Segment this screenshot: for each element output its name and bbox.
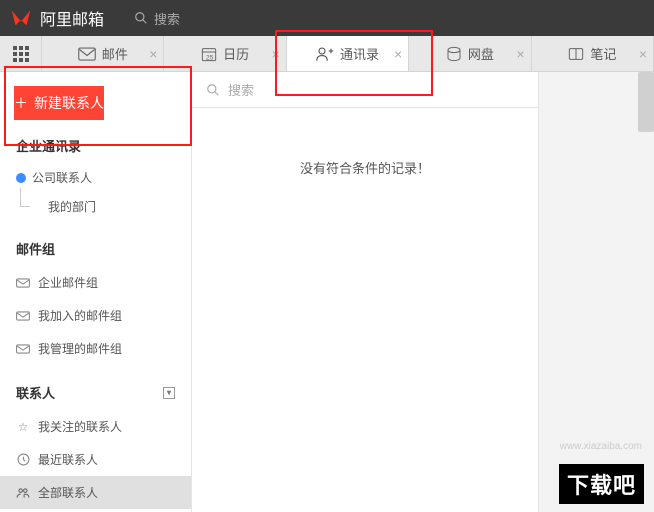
tree-item-label: 公司联系人 xyxy=(32,169,92,186)
content-area: ＋ 新建联系人 企业通讯录 公司联系人 我的部门 邮件组 企业邮件组 我加入的邮… xyxy=(0,72,654,512)
calendar-icon: 25 xyxy=(201,46,217,62)
list-item-label: 企业邮件组 xyxy=(38,274,98,291)
tree-item-label: 我的部门 xyxy=(48,198,96,215)
list-item-all-contacts[interactable]: 全部联系人 xyxy=(0,476,191,509)
tab-bar: 邮件 × 25 日历 × 通讯录 × 网盘 × 笔记 × xyxy=(0,36,654,72)
plus-icon: ＋ xyxy=(14,93,28,113)
contacts-search[interactable]: 搜索 xyxy=(192,72,538,108)
mail-group-icon xyxy=(16,310,30,322)
section-contacts-header[interactable]: 联系人 ▾ xyxy=(0,383,191,410)
contacts-icon xyxy=(316,46,334,62)
close-icon[interactable]: × xyxy=(149,46,157,62)
tab-mail[interactable]: 邮件 × xyxy=(42,36,164,71)
mail-group-icon xyxy=(16,343,30,355)
search-icon xyxy=(206,83,220,97)
note-icon xyxy=(568,47,584,61)
app-logo-icon xyxy=(10,7,32,29)
scrollbar[interactable] xyxy=(638,72,654,132)
global-search[interactable]: 搜索 xyxy=(134,9,180,28)
list-item-company-group[interactable]: 企业邮件组 xyxy=(0,266,191,299)
list-item-starred[interactable]: ☆ 我关注的联系人 xyxy=(0,410,191,443)
tab-label: 邮件 xyxy=(102,44,128,63)
tab-label: 网盘 xyxy=(468,44,494,63)
sidebar: ＋ 新建联系人 企业通讯录 公司联系人 我的部门 邮件组 企业邮件组 我加入的邮… xyxy=(0,72,192,512)
list-item-label: 最近联系人 xyxy=(38,451,98,468)
list-item-managed-group[interactable]: 我管理的邮件组 xyxy=(0,332,191,365)
mail-group-icon xyxy=(16,277,30,289)
clock-icon xyxy=(16,453,30,466)
tab-label: 笔记 xyxy=(590,44,616,63)
empty-message: 没有符合条件的记录！ xyxy=(192,108,538,177)
apps-grid-icon xyxy=(13,46,29,62)
tab-calendar[interactable]: 25 日历 × xyxy=(164,36,286,71)
tree-item-my-dept[interactable]: 我的部门 xyxy=(0,192,191,221)
tree-dot-icon xyxy=(16,173,26,183)
tree-line-icon xyxy=(20,188,30,207)
close-icon[interactable]: × xyxy=(516,46,524,62)
close-icon[interactable]: × xyxy=(394,46,402,62)
watermark-text: www.xiazaiba.com xyxy=(560,441,642,452)
tab-disk[interactable]: 网盘 × xyxy=(409,36,531,71)
star-icon: ☆ xyxy=(16,420,30,434)
new-contact-label: 新建联系人 xyxy=(34,93,104,113)
contacts-search-placeholder: 搜索 xyxy=(228,80,254,99)
tab-label: 通讯录 xyxy=(340,44,379,63)
svg-text:25: 25 xyxy=(206,54,214,61)
apps-grid-button[interactable] xyxy=(0,36,42,71)
contacts-list-column: 搜索 没有符合条件的记录！ xyxy=(192,72,539,512)
list-item-label: 全部联系人 xyxy=(38,484,98,501)
tab-label: 日历 xyxy=(223,44,249,63)
list-item-joined-group[interactable]: 我加入的邮件组 xyxy=(0,299,191,332)
disk-icon xyxy=(446,46,462,62)
list-item-recent[interactable]: 最近联系人 xyxy=(0,443,191,476)
close-icon[interactable]: × xyxy=(272,46,280,62)
section-mailgroup-title: 邮件组 xyxy=(0,239,191,266)
tab-note[interactable]: 笔记 × xyxy=(532,36,654,71)
tab-contacts[interactable]: 通讯录 × xyxy=(287,36,409,71)
app-title: 阿里邮箱 xyxy=(40,6,104,30)
download-badge: 下载吧 xyxy=(559,464,644,504)
list-item-label: 我管理的邮件组 xyxy=(38,340,122,357)
people-icon xyxy=(16,487,30,499)
search-icon xyxy=(134,11,148,25)
close-icon[interactable]: × xyxy=(639,46,647,62)
mail-icon xyxy=(78,47,96,61)
new-contact-button[interactable]: ＋ 新建联系人 xyxy=(14,86,104,120)
section-contacts-title: 联系人 xyxy=(16,383,55,402)
top-bar: 阿里邮箱 搜索 xyxy=(0,0,654,36)
list-item-label: 我关注的联系人 xyxy=(38,418,122,435)
list-item-label: 我加入的邮件组 xyxy=(38,307,122,324)
global-search-placeholder: 搜索 xyxy=(154,9,180,28)
section-company-title: 企业通讯录 xyxy=(0,136,191,163)
chevron-down-icon: ▾ xyxy=(163,387,175,399)
